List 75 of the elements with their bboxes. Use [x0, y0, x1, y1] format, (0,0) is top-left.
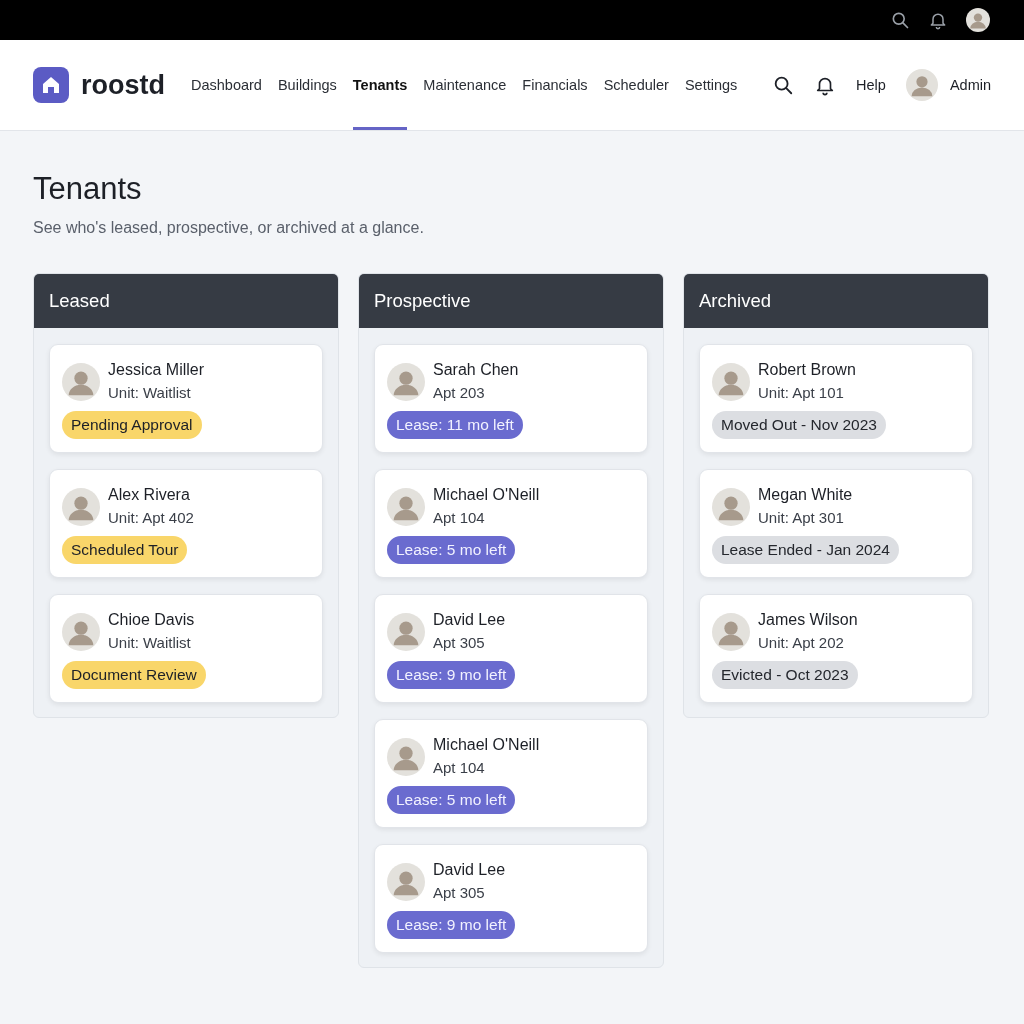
avatar-icon: [905, 69, 938, 101]
tenant-card[interactable]: Chioe Davis Unit: Waitlist Document Review: [49, 594, 323, 703]
nav-link[interactable]: Maintenance: [423, 40, 507, 130]
avatar-icon: [62, 363, 100, 401]
tenant-unit: Apt 104: [433, 759, 486, 776]
brand-name: roostd: [81, 69, 165, 101]
tenant-name: Megan White: [758, 486, 853, 504]
status-tag: Pending Approval: [62, 411, 202, 439]
tenant-unit: Unit: Apt 402: [108, 509, 194, 526]
nav-link[interactable]: Financials: [522, 40, 588, 130]
column-header: Leased: [34, 274, 338, 328]
tenant-name: Michael O'Neill: [433, 736, 540, 754]
nav-link[interactable]: Scheduler: [603, 40, 669, 130]
tenant-unit: Apt 305: [433, 884, 486, 901]
tenant-card[interactable]: Jessica Miller Unit: Waitlist Pending Approval: [49, 344, 323, 453]
tenant-unit: Unit: Waitlist: [108, 634, 192, 651]
avatar-icon: [712, 363, 750, 401]
tenant-unit: Unit: Waitlist: [108, 384, 192, 401]
tenant-unit: Unit: Apt 301: [758, 509, 845, 526]
tenant-card[interactable]: Megan White Unit: Apt 301 Lease Ended - Jan 2024: [699, 469, 973, 578]
tenant-card[interactable]: Michael O'Neill Apt 104 Lease: 5 mo left: [374, 719, 648, 828]
status-tag: Document Review: [62, 661, 206, 689]
avatar-icon: [62, 488, 100, 526]
tenant-card[interactable]: Robert Brown Unit: Apt 101 Moved Out - Nov 2023: [699, 344, 973, 453]
avatar-icon: [966, 8, 990, 32]
page-title: Tenants: [33, 171, 143, 207]
avatar-icon: [712, 613, 750, 651]
nav-link[interactable]: Buildings: [277, 40, 337, 130]
status-tag: Lease: 5 mo left: [387, 536, 516, 564]
avatar-icon: [62, 613, 100, 651]
status-tag: Lease: 9 mo left: [387, 661, 516, 689]
status-tag: Lease: 9 mo left: [387, 911, 516, 939]
house-logo-icon: [33, 67, 69, 103]
tenant-unit: Unit: Apt 202: [758, 634, 845, 651]
avatar-icon: [387, 363, 425, 401]
search-icon[interactable]: [772, 74, 795, 96]
tenant-name: Alex Rivera: [108, 486, 191, 504]
tenant-unit: Apt 203: [433, 384, 486, 401]
tenant-name: David Lee: [433, 861, 506, 879]
avatar-icon: [387, 863, 425, 901]
tenant-card[interactable]: David Lee Apt 305 Lease: 9 mo left: [374, 844, 648, 953]
tenant-name: Jessica Miller: [108, 361, 204, 379]
tenant-name: David Lee: [433, 611, 506, 629]
tenant-card[interactable]: Alex Rivera Unit: Apt 402 Scheduled Tour: [49, 469, 323, 578]
status-tag: Moved Out - Nov 2023: [712, 411, 886, 439]
tenant-card[interactable]: James Wilson Unit: Apt 202 Evicted - Oct 2023: [699, 594, 973, 703]
avatar-icon: [387, 738, 425, 776]
page-subtitle: See who's leased, prospective, or archived at a glance.: [33, 219, 425, 237]
avatar-icon: [387, 613, 425, 651]
status-tag: Evicted - Oct 2023: [712, 661, 858, 689]
avatar-icon: [387, 488, 425, 526]
search-icon[interactable]: [890, 10, 910, 30]
tenant-card[interactable]: Michael O'Neill Apt 104 Lease: 5 mo left: [374, 469, 648, 578]
tenant-name: Chioe Davis: [108, 611, 195, 629]
tenant-card[interactable]: David Lee Apt 305 Lease: 9 mo left: [374, 594, 648, 703]
tenant-name: Michael O'Neill: [433, 486, 540, 504]
status-tag: Lease: 11 mo left: [387, 411, 523, 439]
user-name[interactable]: Admin: [949, 77, 991, 93]
nav-link[interactable]: Dashboard: [191, 40, 262, 130]
tenant-card[interactable]: Sarah Chen Apt 203 Lease: 11 mo left: [374, 344, 648, 453]
tenant-name: James Wilson: [758, 611, 858, 629]
status-tag: Lease: 5 mo left: [387, 786, 516, 814]
nav-link[interactable]: Tenants: [352, 40, 408, 130]
tenant-name: Robert Brown: [758, 361, 856, 379]
help-link[interactable]: Help: [856, 77, 886, 93]
tenant-unit: Unit: Apt 101: [758, 384, 845, 401]
status-tag: Scheduled Tour: [62, 536, 188, 564]
tenant-unit: Apt 305: [433, 634, 486, 651]
column-header: Archived: [684, 274, 988, 328]
column-header: Prospective: [359, 274, 663, 328]
tenant-name: Sarah Chen: [433, 361, 519, 379]
tenant-unit: Apt 104: [433, 509, 486, 526]
avatar-icon: [712, 488, 750, 526]
nav-link[interactable]: Settings: [684, 40, 738, 130]
status-tag: Lease Ended - Jan 2024: [712, 536, 899, 564]
